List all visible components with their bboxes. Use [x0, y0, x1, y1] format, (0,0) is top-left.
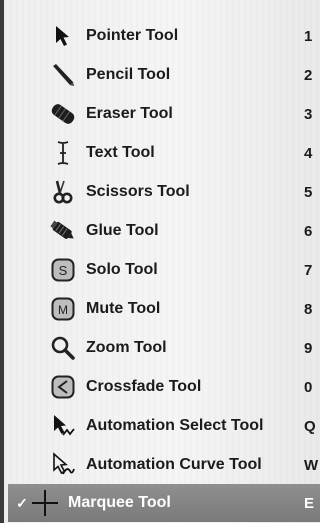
menu-item-label: Pencil Tool — [86, 66, 171, 83]
menu-item-label: Mute Tool — [86, 300, 161, 317]
solo-icon: S — [48, 255, 78, 285]
menu-item-label: Automation Select Tool — [86, 417, 264, 434]
crosshair-icon — [30, 488, 60, 518]
svg-text:S: S — [59, 263, 68, 278]
menu-item-label: Eraser Tool — [86, 105, 173, 122]
menu-item-label: Zoom Tool — [86, 339, 167, 356]
menu-item-label: Automation Curve Tool — [86, 456, 262, 473]
mute-icon: M — [48, 294, 78, 324]
menu-item-label: Scissors Tool — [86, 183, 190, 200]
menu-item-crossfade-tool[interactable]: Crossfade Tool 0 — [8, 368, 320, 406]
shortcut-key: W — [304, 456, 319, 474]
shortcut-key: 0 — [304, 378, 313, 396]
pencil-icon — [48, 60, 78, 90]
menu-item-zoom-tool[interactable]: Zoom Tool 9 — [8, 329, 320, 367]
shortcut-key: 9 — [304, 339, 313, 357]
menu-item-label: Text Tool — [86, 144, 155, 161]
menu-item-pencil-tool[interactable]: Pencil Tool 2 — [8, 56, 320, 94]
menu-item-label: Marquee Tool — [68, 494, 171, 511]
automation-select-icon — [48, 411, 78, 441]
crossfade-icon — [48, 372, 78, 402]
menu-item-mute-tool[interactable]: M Mute Tool 8 — [8, 290, 320, 328]
shortcut-key: 7 — [304, 261, 313, 279]
shortcut-key: 4 — [304, 144, 313, 162]
glue-icon — [48, 216, 78, 246]
shortcut-key: 1 — [304, 27, 313, 45]
shortcut-key: Q — [304, 417, 316, 435]
menu-item-eraser-tool[interactable]: Eraser Tool 3 — [8, 95, 320, 133]
menu-item-label: Pointer Tool — [86, 27, 179, 44]
menu-item-marquee-tool[interactable]: ✓ Marquee Tool E — [8, 484, 320, 522]
menu-item-automation-select-tool[interactable]: Automation Select Tool Q — [8, 407, 320, 445]
magnifier-icon — [48, 333, 78, 363]
shortcut-key: 6 — [304, 222, 313, 240]
shortcut-key: 8 — [304, 300, 313, 318]
menu-item-pointer-tool[interactable]: Pointer Tool 1 — [8, 17, 320, 55]
menu-item-label: Crossfade Tool — [86, 378, 202, 395]
menu-item-glue-tool[interactable]: Glue Tool 6 — [8, 212, 320, 250]
scissors-icon — [48, 177, 78, 207]
text-cursor-icon — [48, 138, 78, 168]
automation-curve-icon — [48, 450, 78, 480]
pointer-icon — [48, 21, 78, 51]
shortcut-key: 2 — [304, 66, 313, 84]
menu-item-scissors-tool[interactable]: Scissors Tool 5 — [8, 173, 320, 211]
shortcut-key: 5 — [304, 183, 313, 201]
shortcut-key: 3 — [304, 105, 313, 123]
menu-item-label: Solo Tool — [86, 261, 158, 278]
menu-item-label: Glue Tool — [86, 222, 159, 239]
shortcut-key: E — [304, 494, 315, 512]
tool-menu: Pointer Tool 1 Pencil Tool 2 Eraser Tool… — [0, 0, 320, 523]
menu-item-automation-curve-tool[interactable]: Automation Curve Tool W — [8, 446, 320, 484]
eraser-icon — [48, 99, 78, 129]
svg-text:M: M — [58, 303, 68, 317]
checkmark-icon: ✓ — [16, 494, 28, 511]
menu-item-solo-tool[interactable]: S Solo Tool 7 — [8, 251, 320, 289]
menu-item-text-tool[interactable]: Text Tool 4 — [8, 134, 320, 172]
